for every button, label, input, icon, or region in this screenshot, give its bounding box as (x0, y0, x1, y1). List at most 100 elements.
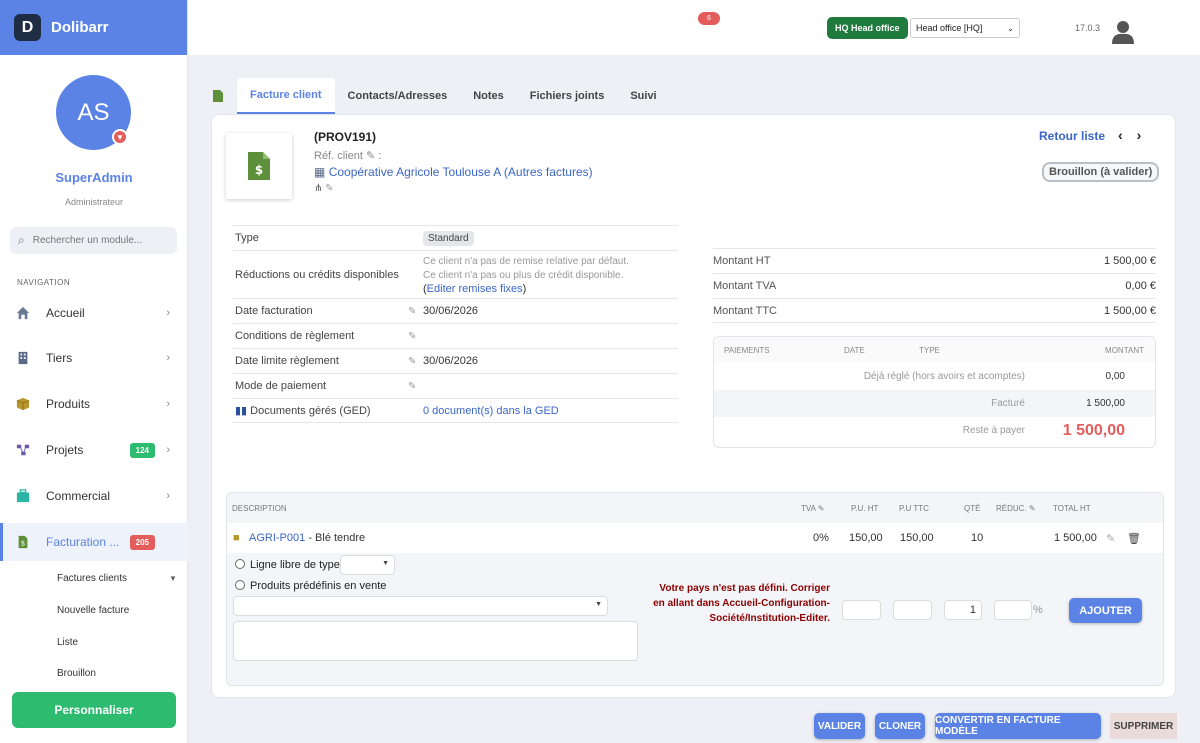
project-edit[interactable]: ⋔ ✎ (314, 183, 334, 194)
billed-label: Facturé (991, 398, 1025, 409)
amount-ttc-label: Montant TTC (713, 304, 777, 317)
brand-header[interactable]: D Dolibarr (0, 0, 187, 55)
pencil-icon[interactable]: ✎ (325, 183, 333, 194)
payment-mode-label: Mode de paiement (235, 380, 327, 392)
pencil-icon[interactable]: ✎ (408, 331, 423, 342)
pencil-icon[interactable]: ✎ (1029, 504, 1036, 513)
chevron-right-icon: › (166, 490, 170, 502)
amounts-table: Montant HT 1 500,00 € Montant TVA 0,00 € M… (713, 248, 1156, 323)
free-line-radio[interactable] (235, 559, 245, 569)
info-row-date: Date facturation ✎ 30/06/2026 (233, 298, 678, 323)
free-line-type-select[interactable]: ▼ (340, 555, 395, 575)
sub-item-liste[interactable]: Liste (57, 637, 78, 648)
delete-button[interactable]: SUPPRIMER (1110, 713, 1177, 739)
info-row-conditions: Conditions de règlement ✎ (233, 323, 678, 348)
user-avatar-wrapper[interactable]: AS ▼ (56, 75, 131, 150)
invoice-tab-icon[interactable] (211, 78, 237, 114)
invoice-card: $ (PROV191) Réf. client ✎ : ▦ Coopérativ… (211, 114, 1176, 698)
chevron-right-icon: › (166, 307, 170, 319)
due-date-label: Date limite règlement (235, 355, 339, 367)
line-product: AGRI-P001 - Blé tendre (249, 532, 365, 544)
clone-button[interactable]: CLONER (875, 713, 925, 739)
sidebar-item-produits[interactable]: Produits › (0, 389, 188, 419)
payments-table: PAIEMENTS DATE TYPE MONTANT Déjà réglé (… (713, 336, 1156, 448)
line-total: 1 500,00 (1054, 532, 1097, 544)
search-input[interactable] (32, 235, 163, 246)
sidebar-item-projets[interactable]: Projets 124 › (0, 435, 188, 465)
convert-template-button[interactable]: CONVERTIR EN FACTURE MODÈLE (935, 713, 1101, 739)
thirdparty-link[interactable]: ▦ Coopérative Agricole Toulouse A (Autre… (314, 165, 593, 179)
remaining-label: Reste à payer (962, 425, 1025, 436)
line-qty: 10 (971, 532, 984, 544)
entity-select[interactable]: Head office [HQ] ⌄ (910, 18, 1020, 38)
free-line-option[interactable]: Ligne libre de type (235, 559, 340, 571)
product-code-link[interactable]: AGRI-P001 (249, 532, 305, 544)
sidebar-item-label: Commercial (46, 489, 111, 503)
invoice-ref: (PROV191) (314, 130, 377, 144)
new-line-qty-input[interactable]: 1 (944, 600, 982, 620)
user-name[interactable]: SuperAdmin (0, 170, 188, 185)
user-profile-icon[interactable] (1112, 20, 1134, 44)
pencil-icon[interactable]: ✎ (408, 381, 423, 392)
tab-notes[interactable]: Notes (460, 78, 517, 114)
total-header: TOTAL HT (1053, 504, 1091, 513)
amount-ht-value: 1 500,00 € (1104, 255, 1156, 267)
pencil-icon[interactable]: ✎ (818, 504, 825, 513)
edit-fixed-discounts-link[interactable]: Editer remises fixes (427, 283, 523, 295)
sidebar-item-tiers[interactable]: Tiers › (0, 343, 188, 373)
back-to-list-link[interactable]: Retour liste (1039, 129, 1105, 143)
customize-button[interactable]: Personnaliser (12, 692, 176, 728)
product-select[interactable]: ▼ (233, 596, 608, 616)
sidebar-item-commercial[interactable]: Commercial › (0, 481, 188, 511)
tab-bar: Facture client Contacts/Adresses Notes F… (211, 78, 670, 114)
tab-suivi[interactable]: Suivi (617, 78, 669, 114)
trash-icon[interactable]: 🗑 (1127, 532, 1141, 545)
percent-sign: % (1033, 604, 1043, 616)
tab-fichiers-joints[interactable]: Fichiers joints (517, 78, 618, 114)
previous-icon[interactable]: ‹ (1118, 127, 1137, 143)
line-description-textarea[interactable] (233, 621, 638, 661)
user-role: Administrateur (64, 197, 124, 207)
new-line-pu-ttc-input[interactable] (893, 600, 932, 620)
predef-product-label: Produits prédéfinis en vente (250, 580, 387, 592)
entity-select-value: Head office [HQ] (916, 23, 983, 33)
add-line-button[interactable]: AJOUTER (1069, 598, 1142, 623)
ref-client-suffix: : (378, 150, 382, 162)
pencil-icon[interactable]: ✎ (366, 150, 375, 162)
notification-badge[interactable]: 6 (698, 12, 720, 25)
record-navigation: ‹› (1118, 127, 1155, 143)
table-row: ■ AGRI-P001 - Blé tendre 0% 150,00 150,0… (227, 523, 1163, 553)
reductions-line1: Ce client n'a pas de remise relative par… (423, 255, 629, 267)
tab-contacts[interactable]: Contacts/Adresses (335, 78, 461, 114)
new-line-reduc-input[interactable] (994, 600, 1032, 620)
sub-item-factures-clients[interactable]: Factures clients (57, 573, 127, 584)
invoice-info-table: Type Standard Réductions ou crédits disp… (233, 225, 678, 423)
sub-item-nouvelle-facture[interactable]: Nouvelle facture (57, 605, 129, 616)
sidebar-item-facturation[interactable]: $ Facturation ... 205 (0, 523, 188, 561)
type-header: TYPE (919, 345, 940, 355)
svg-text:$: $ (21, 540, 25, 548)
sidebar-item-label: Facturation ... (46, 535, 120, 549)
pencil-icon[interactable]: ✎ (1106, 532, 1115, 545)
pencil-icon[interactable]: ✎ (408, 306, 423, 317)
sidebar-item-accueil[interactable]: Accueil › (0, 298, 188, 328)
new-line-pu-ht-input[interactable] (842, 600, 881, 620)
caret-down-icon[interactable]: ▼ (169, 574, 177, 583)
box-icon (16, 397, 30, 411)
tab-facture-client[interactable]: Facture client (237, 78, 335, 114)
ged-link[interactable]: 0 document(s) dans la GED (423, 405, 559, 417)
remaining-row: Reste à payer 1 500,00 (714, 417, 1155, 444)
predef-product-option[interactable]: Produits prédéfinis en vente (235, 580, 386, 592)
pencil-icon[interactable]: ✎ (408, 356, 423, 367)
sub-item-brouillon[interactable]: Brouillon (57, 668, 96, 679)
box-icon: ■ (233, 532, 240, 544)
amount-ht-row: Montant HT 1 500,00 € (713, 248, 1156, 273)
app-version: 17.0.3 (1075, 23, 1101, 33)
chevron-down-icon[interactable]: ▼ (112, 129, 128, 145)
next-icon[interactable]: › (1137, 127, 1156, 143)
validate-button[interactable]: VALIDER (814, 713, 865, 739)
free-line-label: Ligne libre de type (250, 559, 340, 571)
info-row-type: Type Standard (233, 225, 678, 250)
predef-product-radio[interactable] (235, 580, 245, 590)
thirdparty-name[interactable]: Coopérative Agricole Toulouse A (Autres … (329, 165, 593, 179)
